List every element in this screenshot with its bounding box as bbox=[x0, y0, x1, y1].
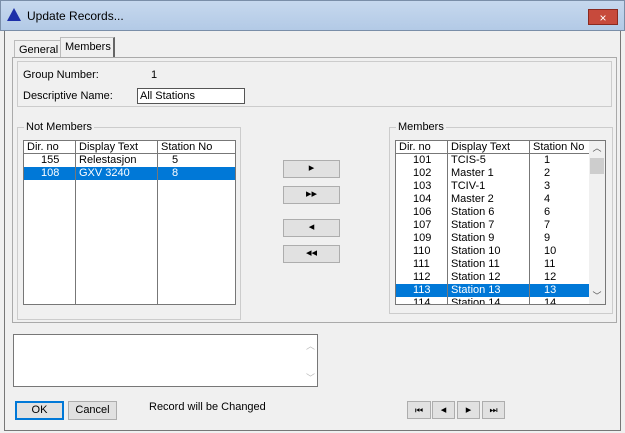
dir-no-cell: 104 bbox=[413, 193, 432, 205]
column-divider bbox=[75, 154, 76, 304]
tab-general[interactable]: General bbox=[14, 40, 64, 58]
scroll-down-icon[interactable]: ﹀ bbox=[589, 289, 605, 302]
remove-all-members-button[interactable]: ◂◂ bbox=[283, 245, 340, 263]
display-text-cell: Master 2 bbox=[451, 193, 494, 205]
add-member-button[interactable]: ▸ bbox=[283, 160, 340, 178]
column-header[interactable]: Station No bbox=[158, 141, 235, 154]
members-scrollbar[interactable]: ︿ ﹀ bbox=[589, 141, 605, 304]
station-no-cell: 2 bbox=[544, 167, 551, 179]
display-text-cell: Station 11 bbox=[451, 258, 500, 270]
station-no-cell: 6 bbox=[544, 206, 551, 218]
dir-no-cell: 107 bbox=[413, 219, 432, 231]
display-text-cell: Station 7 bbox=[451, 219, 495, 231]
not-members-list[interactable]: Dir. no Display Text Station No 155 Relestas… bbox=[23, 140, 236, 305]
display-text-cell: TCIS-5 bbox=[451, 154, 486, 166]
column-divider bbox=[235, 154, 236, 304]
memo-scroll-down-icon[interactable]: ﹀ bbox=[306, 371, 315, 384]
column-header[interactable]: Dir. no bbox=[24, 141, 76, 154]
station-no-cell: 4 bbox=[544, 193, 551, 205]
tab-members[interactable]: Members bbox=[60, 37, 115, 58]
station-no-cell: 7 bbox=[544, 219, 551, 231]
list-row[interactable]: 155 Relestasjon 5 bbox=[24, 154, 235, 167]
next-record-button[interactable]: ▸ bbox=[457, 401, 480, 419]
dir-no-cell: 111 bbox=[413, 258, 430, 270]
station-no-cell: 12 bbox=[544, 271, 557, 283]
remove-member-button[interactable]: ◂ bbox=[283, 219, 340, 237]
prev-record-button[interactable]: ◂ bbox=[432, 401, 455, 419]
station-no-cell: 9 bbox=[544, 232, 551, 244]
column-header[interactable]: Display Text bbox=[76, 141, 158, 154]
dir-no-cell: 101 bbox=[413, 154, 432, 166]
display-text-cell: TCIV-1 bbox=[451, 180, 486, 192]
group-number-label: Group Number: bbox=[23, 69, 99, 81]
dir-no-cell: 109 bbox=[413, 232, 432, 244]
station-no-cell: 10 bbox=[544, 245, 557, 257]
list-row[interactable]: 106 Station 6 6 bbox=[396, 206, 590, 219]
station-no-cell: 3 bbox=[544, 180, 551, 192]
window-title: Update Records... bbox=[27, 9, 124, 23]
close-button[interactable]: × bbox=[588, 9, 618, 25]
scroll-thumb[interactable] bbox=[590, 158, 604, 174]
station-no-cell: 13 bbox=[544, 284, 557, 296]
display-text-cell: Station 13 bbox=[451, 284, 501, 296]
group-number-value: 1 bbox=[151, 69, 158, 81]
dir-no-cell: 155 bbox=[41, 154, 60, 166]
display-text-cell: Master 1 bbox=[451, 167, 494, 179]
station-no-cell: 11 bbox=[544, 258, 556, 270]
list-row[interactable]: 107 Station 7 7 bbox=[396, 219, 590, 232]
column-divider bbox=[447, 154, 448, 304]
members-title: Members bbox=[396, 121, 446, 133]
dir-no-cell: 103 bbox=[413, 180, 432, 192]
dir-no-cell: 110 bbox=[413, 245, 431, 257]
list-row[interactable]: 113 Station 13 13 bbox=[396, 284, 590, 297]
list-row[interactable]: 108 GXV 3240 8 bbox=[24, 167, 235, 180]
dir-no-cell: 102 bbox=[413, 167, 432, 179]
descriptive-name-input[interactable]: All Stations bbox=[137, 88, 245, 104]
dir-no-cell: 114 bbox=[413, 297, 431, 305]
display-text-cell: Station 12 bbox=[451, 271, 501, 283]
first-record-button[interactable]: ⏮ bbox=[407, 401, 431, 419]
status-text: Record will be Changed bbox=[149, 401, 266, 413]
scroll-up-icon[interactable]: ︿ bbox=[589, 141, 605, 154]
list-row[interactable]: 111 Station 11 11 bbox=[396, 258, 590, 271]
members-list[interactable]: Dir. no Display Text Station No 101 TCIS-5 1 1… bbox=[395, 140, 606, 305]
app-icon bbox=[7, 8, 21, 21]
dir-no-cell: 112 bbox=[413, 271, 431, 283]
last-record-button[interactable]: ⏭ bbox=[482, 401, 505, 419]
list-row[interactable]: 103 TCIV-1 3 bbox=[396, 180, 590, 193]
descriptive-name-label: Descriptive Name: bbox=[23, 90, 113, 102]
list-row[interactable]: 104 Master 2 4 bbox=[396, 193, 590, 206]
column-divider bbox=[157, 154, 158, 304]
ok-button[interactable]: OK bbox=[15, 401, 64, 420]
column-divider bbox=[529, 154, 530, 304]
list-row[interactable]: 110 Station 10 10 bbox=[396, 245, 590, 258]
list-row[interactable]: 101 TCIS-5 1 bbox=[396, 154, 590, 167]
display-text-cell: Station 10 bbox=[451, 245, 501, 257]
add-all-members-button[interactable]: ▸▸ bbox=[283, 186, 340, 204]
station-no-cell: 5 bbox=[172, 154, 179, 166]
not-members-title: Not Members bbox=[24, 121, 95, 133]
display-text-cell: Station 14 bbox=[451, 297, 501, 305]
notes-textarea[interactable]: ︿ ﹀ bbox=[13, 334, 318, 387]
station-no-cell: 1 bbox=[544, 154, 551, 166]
list-row[interactable]: 109 Station 9 9 bbox=[396, 232, 590, 245]
display-text-cell: Station 9 bbox=[451, 232, 495, 244]
dir-no-cell: 106 bbox=[413, 206, 432, 218]
cancel-button[interactable]: Cancel bbox=[68, 401, 117, 420]
column-header[interactable]: Display Text bbox=[448, 141, 530, 154]
column-header[interactable]: Dir. no bbox=[396, 141, 448, 154]
dir-no-cell: 108 bbox=[41, 167, 60, 179]
display-text-cell: GXV 3240 bbox=[79, 167, 130, 179]
memo-scroll-up-icon[interactable]: ︿ bbox=[306, 339, 315, 352]
display-text-cell: Relestasjon bbox=[79, 154, 137, 166]
station-no-cell: 8 bbox=[172, 167, 179, 179]
column-header[interactable]: Station No bbox=[530, 141, 590, 154]
list-row[interactable]: 114 Station 14 14 bbox=[396, 297, 590, 305]
station-no-cell: 14 bbox=[544, 297, 557, 305]
list-row[interactable]: 102 Master 1 2 bbox=[396, 167, 590, 180]
dir-no-cell: 113 bbox=[413, 284, 431, 296]
display-text-cell: Station 6 bbox=[451, 206, 495, 218]
list-row[interactable]: 112 Station 12 12 bbox=[396, 271, 590, 284]
